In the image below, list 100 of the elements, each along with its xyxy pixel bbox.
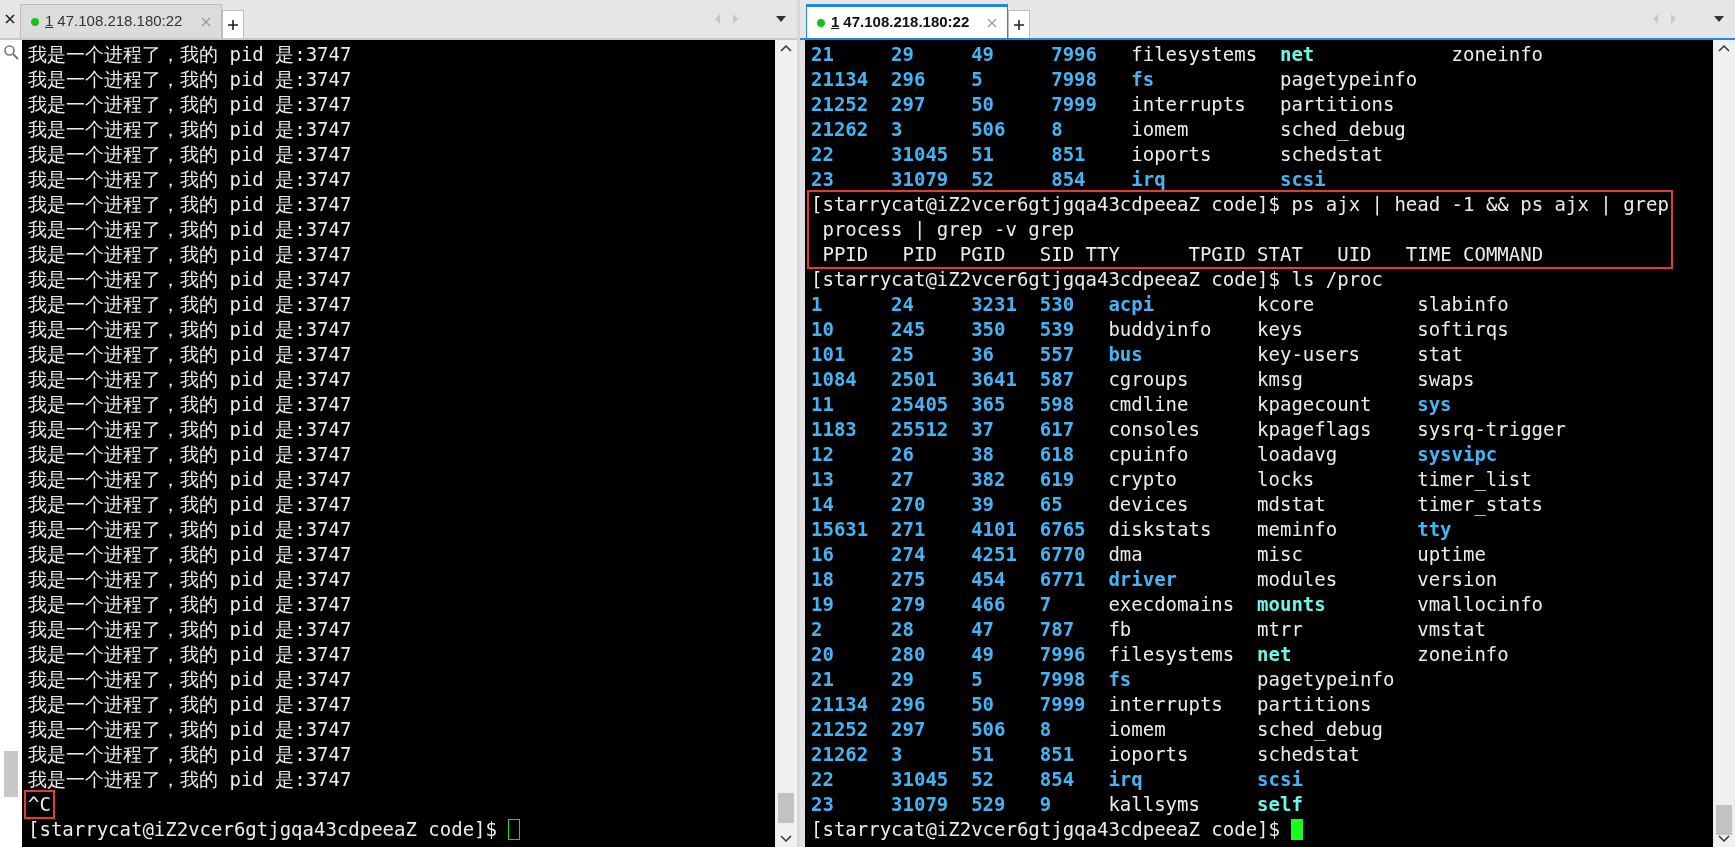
- file-entry: ioports: [1131, 142, 1212, 167]
- scrollbar[interactable]: [1713, 40, 1735, 847]
- directory-entry: 22: [811, 767, 834, 792]
- file-entry: pagetypeinfo: [1257, 667, 1395, 692]
- directory-entry: 50: [971, 92, 994, 117]
- terminal-line: 我是一个进程了，我的 pid 是:3747: [28, 217, 353, 242]
- directory-entry: 7: [1039, 592, 1052, 617]
- directory-entry: 6765: [1039, 517, 1086, 542]
- file-entry: filesystems: [1131, 42, 1258, 67]
- terminal-line: 我是一个进程了，我的 pid 是:3747: [28, 192, 353, 217]
- directory-entry: fs: [1131, 67, 1155, 92]
- directory-entry: 8: [1039, 717, 1052, 742]
- directory-entry: tty: [1417, 517, 1452, 542]
- directory-entry: 49: [971, 642, 994, 667]
- scroll-up-icon[interactable]: [1718, 44, 1730, 52]
- directory-entry: 3641: [971, 367, 1017, 392]
- file-entry: mtrr: [1257, 617, 1303, 642]
- session-tab[interactable]: 1 47.108.218.180:22: [806, 4, 1008, 38]
- shell-prompt: [starrycat@iZ2vcer6gtjgqa43cdpeeaZ code]$: [811, 817, 1280, 842]
- directory-entry: 19: [811, 592, 834, 617]
- file-entry: sysrq-trigger: [1417, 417, 1566, 442]
- directory-entry: 7996: [1051, 42, 1097, 67]
- file-entry: timer_list: [1417, 467, 1532, 492]
- terminal-line: 我是一个进程了，我的 pid 是:3747: [28, 592, 353, 617]
- scrollbar[interactable]: [775, 40, 797, 847]
- directory-entry: 21: [811, 667, 834, 692]
- terminal-line: 我是一个进程了，我的 pid 是:3747: [28, 167, 353, 192]
- directory-entry: 529: [971, 792, 1006, 817]
- terminal-line: 我是一个进程了，我的 pid 是:3747: [28, 117, 353, 142]
- scroll-thumb[interactable]: [1716, 805, 1732, 835]
- directory-entry: 13: [811, 467, 834, 492]
- scroll-thumb[interactable]: [778, 793, 794, 823]
- shell-prompt: [starrycat@iZ2vcer6gtjgqa43cdpeeaZ code]$: [28, 817, 497, 842]
- scroll-down-icon[interactable]: [1718, 835, 1730, 843]
- file-entry: consoles: [1108, 417, 1200, 442]
- plus-icon: [227, 18, 239, 31]
- directory-entry: 6771: [1039, 567, 1086, 592]
- terminal-line: 我是一个进程了，我的 pid 是:3747: [28, 692, 353, 717]
- close-icon[interactable]: [4, 13, 16, 25]
- directory-entry: sysvipc: [1417, 442, 1498, 467]
- directory-entry: 598: [1039, 392, 1075, 417]
- search-icon[interactable]: [3, 44, 19, 60]
- directory-entry: 16: [811, 542, 834, 567]
- file-entry: pagetypeinfo: [1279, 67, 1418, 92]
- file-entry: partitions: [1257, 692, 1372, 717]
- file-entry: key-users: [1257, 342, 1361, 367]
- file-entry: devices: [1108, 492, 1189, 517]
- directory-entry: 454: [971, 567, 1006, 592]
- terminal-line: 我是一个进程了，我的 pid 是:3747: [28, 342, 353, 367]
- directory-entry: 466: [971, 592, 1006, 617]
- directory-entry: 51: [971, 742, 994, 767]
- directory-entry: 1183: [811, 417, 857, 442]
- directory-entry: 21262: [811, 117, 869, 142]
- directory-entry: 270: [891, 492, 926, 517]
- directory-entry: 8: [1051, 117, 1063, 142]
- directory-entry: 557: [1039, 342, 1075, 367]
- file-entry: kmsg: [1257, 367, 1303, 392]
- directory-entry: 38: [971, 442, 994, 467]
- file-entry: fb: [1108, 617, 1132, 642]
- terminal-line: 我是一个进程了，我的 pid 是:3747: [28, 517, 353, 542]
- terminal-line: PPID PID PGID SID TTY TPGID STAT UID TIME COMMAND: [821, 242, 1545, 267]
- terminal-screen[interactable]: [805, 40, 1713, 847]
- terminal-line: 我是一个进程了，我的 pid 是:3747: [28, 442, 353, 467]
- new-tab-button[interactable]: [222, 10, 244, 38]
- scroll-up-icon[interactable]: [780, 44, 792, 52]
- file-entry: diskstats: [1108, 517, 1212, 542]
- terminal-screen[interactable]: [22, 40, 775, 847]
- directory-entry: 2501: [891, 367, 937, 392]
- directory-entry: 15631: [811, 517, 869, 542]
- directory-entry: 36: [971, 342, 994, 367]
- tab-title: 47.108.218.180:22: [843, 12, 971, 33]
- file-entry: kcore: [1257, 292, 1315, 317]
- directory-entry: 506: [971, 717, 1006, 742]
- directory-entry: acpi: [1108, 292, 1155, 317]
- symlink-entry: mounts: [1257, 592, 1326, 617]
- directory-entry: 21252: [811, 92, 869, 117]
- file-entry: keys: [1257, 317, 1303, 342]
- scroll-down-icon[interactable]: [780, 835, 792, 843]
- directory-entry: 25512: [891, 417, 949, 442]
- file-entry: kallsyms: [1108, 792, 1200, 817]
- tab-title: 47.108.218.180:22: [57, 11, 184, 32]
- new-tab-button[interactable]: [1008, 10, 1030, 38]
- directory-entry: 5: [971, 67, 983, 92]
- directory-entry: 619: [1039, 467, 1075, 492]
- session-tab[interactable]: 1 47.108.218.180:22: [20, 4, 222, 38]
- terminal-line: 我是一个进程了，我的 pid 是:3747: [28, 742, 353, 767]
- directory-entry: 28: [891, 617, 914, 642]
- terminal-line: 我是一个进程了，我的 pid 是:3747: [28, 67, 353, 92]
- file-entry: softirqs: [1417, 317, 1509, 342]
- directory-entry: 1: [811, 292, 823, 317]
- directory-entry: 7999: [1039, 692, 1086, 717]
- file-entry: interrupts: [1131, 92, 1246, 117]
- directory-entry: 3231: [971, 292, 1017, 317]
- directory-entry: 10: [811, 317, 834, 342]
- file-entry: sched_debug: [1257, 717, 1383, 742]
- scroll-thumb[interactable]: [4, 751, 18, 797]
- file-entry: zoneinfo: [1451, 42, 1544, 67]
- directory-entry: 7996: [1039, 642, 1086, 667]
- directory-entry: 22: [811, 142, 834, 167]
- file-entry: stat: [1417, 342, 1463, 367]
